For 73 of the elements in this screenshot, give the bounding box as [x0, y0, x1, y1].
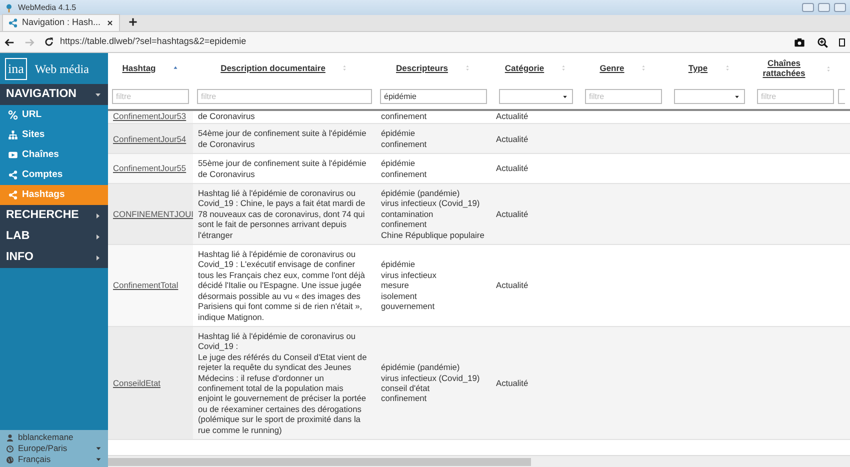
tab-label: Navigation : Hash...: [22, 16, 102, 30]
filter-field[interactable]: filtre: [585, 89, 662, 104]
filter-field[interactable]: filtre: [112, 89, 189, 104]
hashtag-link[interactable]: ConfinementTotal: [113, 280, 178, 290]
nav-item[interactable]: Chaînes: [0, 145, 108, 165]
play-icon: [8, 150, 18, 160]
column-header[interactable]: Description documentaire: [220, 64, 326, 74]
nav-item[interactable]: Comptes: [0, 165, 108, 185]
minimize-button[interactable]: [802, 3, 814, 12]
caret-icon: [94, 254, 102, 262]
column-header[interactable]: Descripteurs: [396, 64, 448, 74]
hashtag-link[interactable]: ConseildEtat: [113, 378, 160, 388]
descriptors-cell: épidémie confinement: [376, 124, 491, 154]
column-header[interactable]: Hashtag: [122, 64, 156, 74]
filter-field[interactable]: filtre: [757, 89, 834, 104]
share-icon: [8, 18, 18, 28]
category-cell: Actualité: [491, 184, 581, 245]
hashtag-link[interactable]: CONFINEMENTJOUI: [113, 208, 193, 219]
nav-item[interactable]: URL: [0, 105, 108, 125]
logo-text: Web média: [34, 60, 89, 78]
column-header[interactable]: Chaînes rattachées: [759, 58, 809, 78]
close-icon[interactable]: [106, 19, 114, 27]
share-icon: [8, 170, 18, 180]
section-header[interactable]: INFO: [0, 247, 108, 268]
zoom-icon[interactable]: [817, 36, 828, 48]
page-icon[interactable]: [838, 36, 846, 48]
logo-mark: ina: [5, 58, 27, 80]
filter-dropdown[interactable]: [499, 89, 573, 104]
filter-field[interactable]: filtre: [197, 89, 372, 104]
category-cell: Actualité: [491, 124, 581, 154]
scrollbar-thumb[interactable]: [108, 458, 531, 466]
section-header[interactable]: RECHERCHE: [0, 205, 108, 226]
back-arrow-icon[interactable]: [4, 36, 15, 48]
user-icon: [6, 434, 14, 442]
column-header[interactable]: Type: [688, 64, 708, 74]
column-header[interactable]: Catégorie: [504, 64, 544, 74]
description-cell: Hashtag lié à l'épidémie de coronavirus ou Covid_19 : Le juge des référés du Conseil d'Etat vient de rejeter la requête du syndicat des Jeunes Médecins : il refuse d'ordonner un confinement total de la population mais enjoint le gouvernement de préciser la portée ou de réexaminer certaines des dérogations (polémique sur le sport de proximité dans la rue comme le running): [193, 326, 376, 440]
footer-text[interactable]: Français: [18, 453, 51, 466]
window-title: WebMedia 4.1.5: [18, 2, 76, 14]
share-icon: [8, 190, 18, 200]
category-cell: Actualité: [491, 244, 581, 326]
app-icon: [4, 2, 14, 12]
plus-icon[interactable]: [128, 17, 138, 27]
descriptors-cell: épidémie (pandémie) virus infectieux (Covid_19) conseil d'état confinement: [376, 326, 491, 440]
sitemap-icon: [8, 130, 18, 140]
description-cell: Hashtag lié à l'épidémie de coronavirus ou Covid_19 : L'exécutif envisage de confiner tous les Français chez eux, comme l'ont déjà décidé l'Italie ou l'Espagne. Une issue jugée désormais possible au vu « des images des Parisiens qui font comme si de rien n'était », indique Matignon.: [193, 244, 376, 326]
reload-icon[interactable]: [44, 37, 54, 47]
caret-icon: [94, 232, 102, 240]
filter-field[interactable]: épidémie: [380, 89, 487, 104]
filter-field[interactable]: [838, 89, 845, 104]
clock-icon: [6, 444, 14, 452]
camera-icon[interactable]: [794, 36, 805, 48]
filter-dropdown[interactable]: [674, 89, 746, 104]
caret-icon: [562, 94, 568, 100]
category-cell: Actualité: [491, 326, 581, 440]
nav-item[interactable]: Sites: [0, 125, 108, 145]
footer-text: bblanckemane: [18, 431, 74, 444]
browser-tab[interactable]: Navigation : Hash...: [2, 14, 120, 31]
close-button[interactable]: [834, 3, 846, 12]
section-header[interactable]: LAB: [0, 226, 108, 247]
caret-icon: [94, 212, 102, 220]
footer-text[interactable]: Europe/Paris: [18, 442, 68, 455]
section-header[interactable]: NAVIGATION: [0, 84, 108, 105]
description-cell: 54ème jour de confinement suite à l'épidémie de Coronavirus: [193, 124, 376, 154]
link-icon: [8, 110, 18, 120]
globe-icon: [6, 456, 14, 464]
caret-icon: [94, 90, 102, 98]
column-header[interactable]: Genre: [600, 64, 624, 74]
descriptors-cell: épidémie virus infectieux mesure isolement gouvernement: [376, 244, 491, 326]
maximize-button[interactable]: [818, 3, 830, 12]
caret-icon: [734, 94, 740, 100]
description-cell: Hashtag lié à l'épidémie de coronavirus ou Covid_19 : Chine, le pays a fait état mardi de 78 nouveaux cas de coronavirus, dont 74 qui sont le fait de personnes arrivant depuis l'étranger: [193, 184, 376, 245]
descriptors-cell: épidémie (pandémie) virus infectieux (Covid_19) contamination confinement Chine République populaire: [376, 184, 491, 245]
